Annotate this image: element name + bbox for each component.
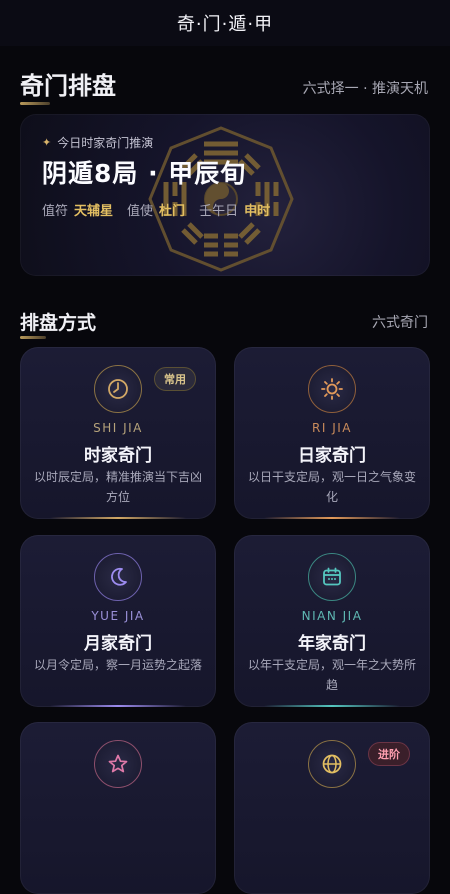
section-qimen-paipan: 奇门排盘 六式择一 · 推演天机 [0,66,450,106]
hour-value: 申时 [244,204,271,219]
card-desc: 以时辰定局，精准推演当下吉凶方位 [34,470,203,504]
card-pinyin: NIAN JIA [301,609,363,623]
card-pinyin: RI JIA [312,421,352,435]
section-paipan-fangshi: 排盘方式 六式奇门 [0,308,450,348]
calendar-icon [308,553,356,601]
card-pinyin: SHI JIA [93,421,143,435]
zhishi-label: 值使 [127,204,154,219]
zhifu: 值符 天辅星 [42,200,113,219]
accent-line [50,705,186,707]
accent-line [264,705,400,707]
hero-kicker: ✦ 今日时家奇门推演 [42,134,153,151]
title-underline [20,102,50,105]
star-icon [94,740,142,788]
hero-kicker-text: 今日时家奇门推演 [57,136,154,150]
zhifu-value: 天辅星 [74,204,114,219]
accent-line [264,517,400,519]
badge-common: 常用 [154,367,196,391]
card-name: 日家奇门 [298,446,366,466]
accent-line [50,517,186,519]
section-title-2: 排盘方式 [20,312,97,334]
card-yuejia-qimen[interactable]: YUE JIA 月家奇门 以月令定局，察一月运势之起落 [20,535,216,707]
card-globe-qimen[interactable]: 进阶 [234,722,430,894]
moon-icon [94,553,142,601]
section-subtitle-2: 六式奇门 [372,315,428,331]
clock-icon [94,365,142,413]
card-name: 月家奇门 [84,634,152,654]
app-title-bar: 奇·门·遁·甲 [0,0,450,46]
sparkle-icon: ✦ [42,136,52,149]
section-title: 奇门排盘 [20,72,116,100]
card-pinyin: YUE JIA [91,609,145,623]
card-desc: 以月令定局，察一月运势之起落 [34,658,203,672]
card-name: 年家奇门 [298,634,366,654]
section-subtitle: 六式择一 · 推演天机 [302,81,428,97]
globe-icon [308,740,356,788]
badge-advanced: 进阶 [368,742,410,766]
card-nianjia-qimen[interactable]: NIAN JIA 年家奇门 以年干支定局，观一年之大势所趋 [234,535,430,707]
card-shijia-qimen[interactable]: 常用 SHI JIA 时家奇门 以时辰定局，精准推演当下吉凶方位 [20,347,216,519]
sun-icon [308,365,356,413]
zhishi-value: 杜门 [159,204,186,219]
today-chart-card[interactable]: ✦ 今日时家奇门推演 阴遁8局 · 甲辰旬 值符 天辅星 值使 杜门 壬午日 申时 [20,114,430,276]
card-rijia-qimen[interactable]: RI JIA 日家奇门 以日干支定局，观一日之气象变化 [234,347,430,519]
day-label: 壬午日 [199,204,239,219]
card-desc: 以日干支定局，观一日之气象变化 [248,470,417,504]
card-name: 时家奇门 [84,446,152,466]
zhishi: 值使 杜门 [127,200,185,219]
day-hour: 壬午日 申时 [199,200,270,219]
card-desc: 以年干支定局，观一年之大势所趋 [248,658,417,692]
zhifu-label: 值符 [42,204,69,219]
card-star-qimen[interactable] [20,722,216,894]
hero-title: 阴遁8局 · 甲辰旬 [42,159,247,188]
app-title: 奇·门·遁·甲 [176,14,274,35]
title-underline-2 [20,336,46,339]
bagua-icon [148,126,294,272]
hero-meta: 值符 天辅星 值使 杜门 壬午日 申时 [42,200,270,219]
